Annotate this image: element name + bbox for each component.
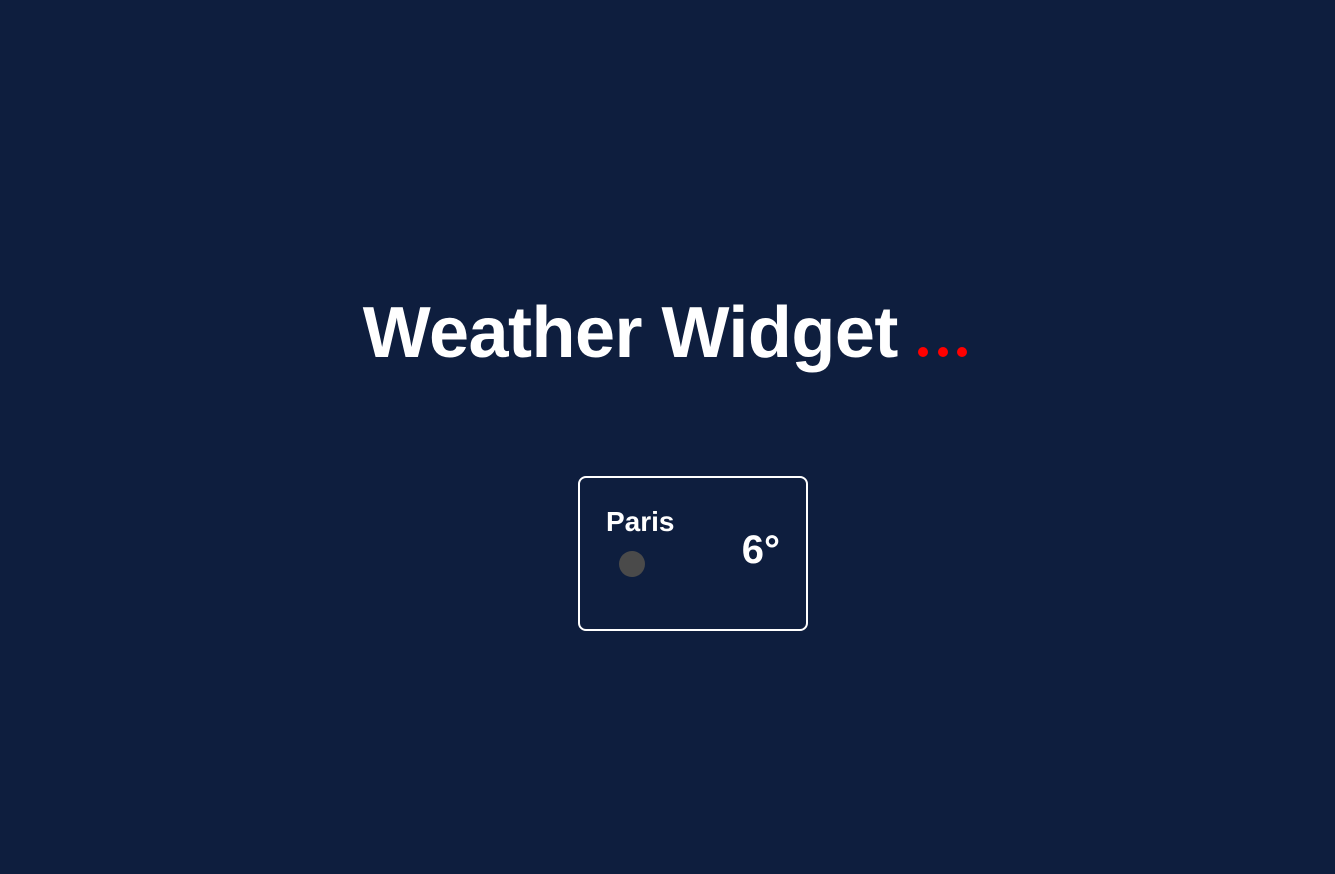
temperature: 6°: [741, 528, 780, 572]
loading-dots-icon: [918, 344, 972, 362]
loading-dot: [937, 347, 948, 357]
loading-dot: [957, 347, 968, 357]
city-name: Paris: [606, 506, 675, 537]
page-title: Weather Widget: [362, 293, 899, 373]
weather-card[interactable]: Paris 6°: [578, 476, 808, 631]
weather-page: Weather Widget Paris 6°: [0, 0, 1335, 874]
loading-dot: [918, 347, 929, 357]
page-header: Weather Widget: [0, 292, 1335, 374]
weather-icon: [619, 551, 645, 577]
